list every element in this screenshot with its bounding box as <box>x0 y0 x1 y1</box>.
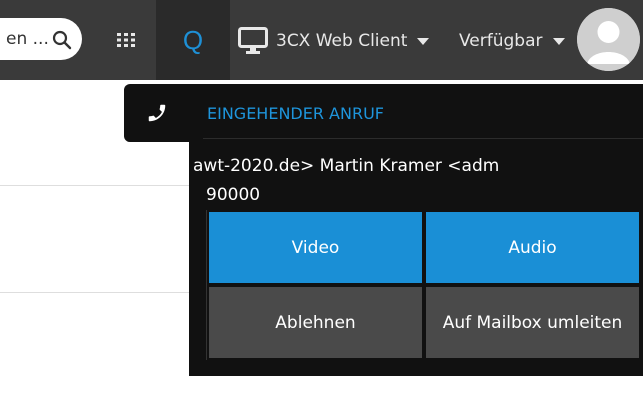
monitor-icon <box>238 27 268 54</box>
web-client-label: 3CX Web Client <box>276 31 408 51</box>
search-box[interactable]: en ... <box>0 18 82 60</box>
web-client-dropdown[interactable]: 3CX Web Client <box>238 24 430 58</box>
video-button[interactable]: Video <box>209 212 422 283</box>
caller-number: 90000 <box>206 185 261 205</box>
status-label: Verfügbar <box>459 31 543 51</box>
search-icon[interactable] <box>52 30 72 50</box>
status-dropdown[interactable]: Verfügbar <box>459 24 565 58</box>
q-label: Q <box>182 24 204 55</box>
caller-info: awt-2020.de> Martin Kramer <adm <box>193 156 500 176</box>
content-divider <box>0 185 190 186</box>
search-placeholder: en ... <box>6 29 49 49</box>
panel-title: EINGEHENDER ANRUF <box>207 104 384 123</box>
panel-divider <box>203 138 643 139</box>
phone-icon <box>148 104 166 122</box>
chevron-down-icon <box>552 37 565 45</box>
content-divider <box>0 292 190 293</box>
voicemail-button[interactable]: Auf Mailbox umleiten <box>426 287 639 358</box>
incoming-call-panel: EINGEHENDER ANRUF awt-2020.de> Martin Kr… <box>189 84 643 376</box>
top-bar: en ... Q 3CX Web Client Verfügbar <box>0 0 643 80</box>
dialpad-icon <box>117 33 135 47</box>
q-button[interactable]: Q <box>156 0 230 80</box>
dialpad-button[interactable] <box>96 0 156 80</box>
user-icon <box>577 8 640 71</box>
panel-edge <box>206 210 207 360</box>
audio-button[interactable]: Audio <box>426 212 639 283</box>
avatar[interactable] <box>577 8 640 71</box>
decline-button[interactable]: Ablehnen <box>209 287 422 358</box>
chevron-down-icon <box>417 37 430 45</box>
